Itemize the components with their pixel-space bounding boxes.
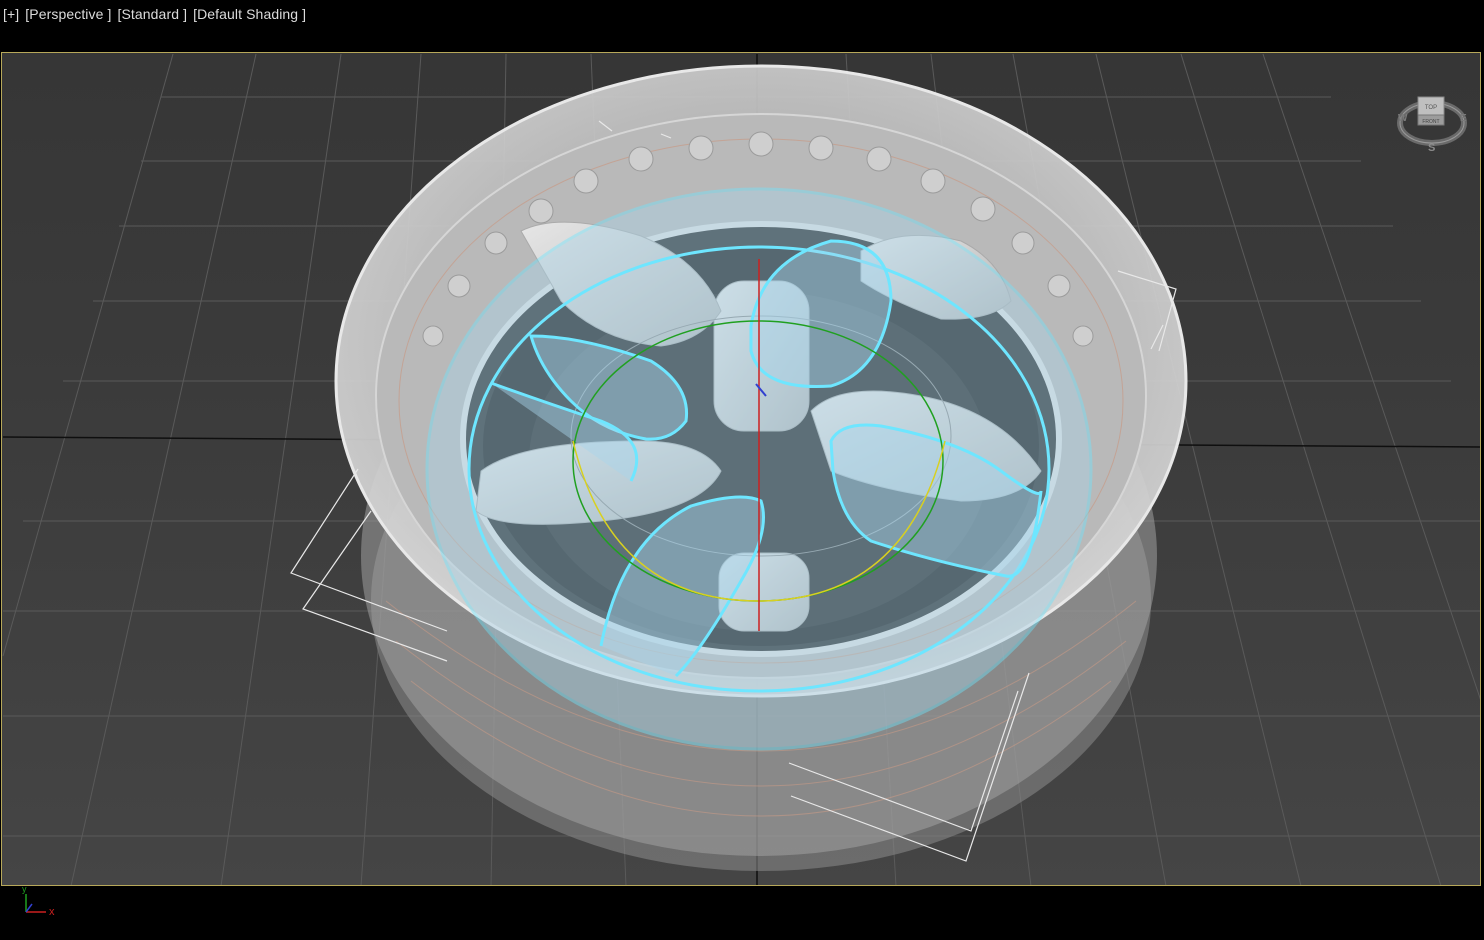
viewcube-front-label[interactable]: FRONT: [1422, 119, 1439, 125]
axis-x-label: x: [49, 906, 55, 918]
viewport-style-label[interactable]: [Standard ]: [117, 6, 187, 22]
viewcube-south-label[interactable]: S: [1428, 142, 1435, 154]
viewcube-icon[interactable]: TOP FRONT W E S: [1394, 85, 1470, 157]
selected-spline-object[interactable]: [425, 187, 1093, 751]
viewcube-top-label[interactable]: TOP: [1425, 105, 1437, 111]
perspective-viewport[interactable]: TOP FRONT W E S: [1, 52, 1481, 886]
viewport-labels: [+] [Perspective ] [Standard ] [Default Sha…: [3, 6, 312, 22]
viewport-menu-button[interactable]: [+]: [3, 6, 19, 22]
viewport-bottom-bar: [0, 886, 1484, 940]
viewcube-east-label[interactable]: E: [1460, 113, 1467, 124]
viewport-view-label[interactable]: [Perspective ]: [25, 6, 111, 22]
viewport-label-bar: [+] [Perspective ] [Standard ] [Default Sha…: [0, 0, 1484, 52]
axis-y-label: y: [22, 884, 27, 894]
viewport-shading-label[interactable]: [Default Shading ]: [193, 6, 306, 22]
axis-tripod-icon: x y: [18, 884, 68, 924]
viewcube-west-label[interactable]: W: [1398, 113, 1408, 124]
3d-scene[interactable]: [2, 53, 1480, 885]
